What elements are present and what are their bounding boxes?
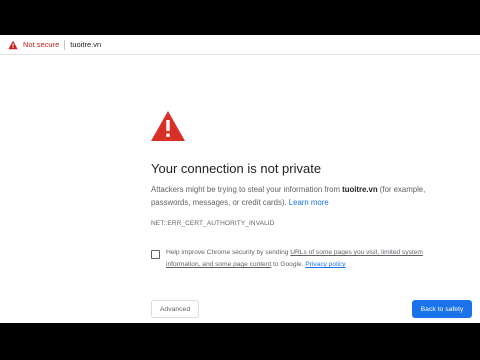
error-code[interactable]: NET::ERR_CERT_AUTHORITY_INVALID [151,220,275,227]
learn-more-link[interactable]: Learn more [289,198,329,207]
page-title: Your connection is not private [151,161,322,176]
warning-icon [8,40,18,50]
warning-description: Attackers might be trying to steal your … [151,183,451,209]
improve-security-text: Help improve Chrome security by sending … [166,247,451,271]
warning-triangle-icon [150,110,186,142]
address-bar[interactable]: Not secure tuoitre.vn [0,35,480,55]
improve-security-checkbox[interactable] [151,250,160,259]
not-secure-label: Not secure [23,40,60,49]
improve-security-option: Help improve Chrome security by sending … [151,249,451,271]
omnibox-divider [64,39,66,50]
improve-text-middle: to Google. [271,261,306,268]
advanced-button[interactable]: Advanced [151,300,199,318]
browser-viewport: Not secure tuoitre.vn Your connection is… [0,35,480,323]
url-text[interactable]: tuoitre.vn [70,40,101,49]
site-info-chip[interactable]: Not secure [8,40,59,50]
improve-text-start: Help improve Chrome security by sending [166,249,291,256]
domain-name: tuoitre.vn [342,185,378,194]
description-text-start: Attackers might be trying to steal your … [151,185,343,194]
privacy-policy-link[interactable]: Privacy policy [305,261,345,268]
back-to-safety-button[interactable]: Back to safety [412,300,472,318]
